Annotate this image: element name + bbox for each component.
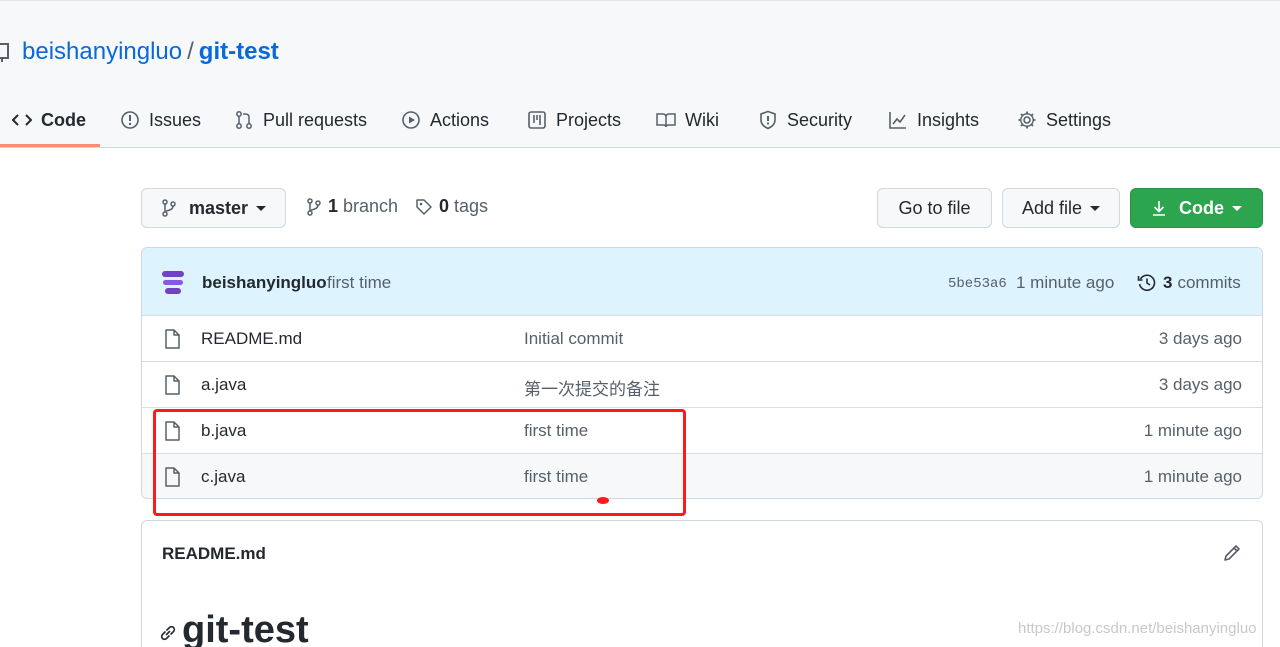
tab-label: Pull requests (263, 109, 368, 130)
commit-message[interactable]: first time (327, 273, 391, 293)
repo-icon (0, 43, 9, 62)
file-name[interactable]: a.java (201, 375, 246, 395)
branches-link[interactable]: 1 branch (306, 196, 398, 217)
download-icon (1153, 201, 1165, 216)
tab-code[interactable]: Code (0, 93, 98, 147)
file-age: 1 minute ago (1143, 467, 1242, 486)
tag-label: tags (454, 196, 489, 216)
latest-commit-bar: beishanyingluo first time 5be53a6 1 minu… (142, 248, 1262, 316)
file-row[interactable]: a.java 第一次提交的备注 3 days ago (142, 361, 1262, 407)
add-file-button[interactable]: Add file (1002, 188, 1120, 228)
tab-security[interactable]: Security (746, 93, 864, 147)
history-icon (1137, 274, 1156, 292)
readme-heading: git-test (182, 609, 309, 647)
tag-icon (416, 198, 432, 215)
repo-name-link[interactable]: git-test (199, 38, 279, 66)
red-annotation-dot (597, 497, 609, 504)
readme-filename[interactable]: README.md (162, 544, 266, 564)
tab-label: Projects (556, 109, 622, 130)
issue-opened-icon (121, 111, 139, 129)
file-row[interactable]: c.java first time 1 minute ago (142, 453, 1262, 498)
file-row[interactable]: README.md Initial commit 3 days ago (142, 315, 1262, 361)
repo-owner-link[interactable]: beishanyingluo (22, 38, 182, 66)
selected-tab-underline (0, 144, 100, 147)
file-row[interactable]: b.java first time 1 minute ago (142, 407, 1262, 453)
file-name[interactable]: README.md (201, 329, 302, 349)
file-age: 1 minute ago (1143, 421, 1242, 440)
go-to-file-label: Go to file (898, 197, 971, 218)
git-pull-request-icon (236, 111, 252, 129)
table-icon (528, 111, 546, 129)
tab-label: Settings (1046, 109, 1112, 130)
chevron-down-icon (1232, 205, 1242, 211)
git-branch-icon (307, 197, 321, 216)
tab-actions[interactable]: Actions (389, 93, 501, 147)
gear-icon (1018, 111, 1036, 129)
file-name[interactable]: b.java (201, 421, 246, 441)
tab-label: Wiki (685, 109, 719, 130)
graph-icon (889, 112, 906, 129)
tab-label: Security (787, 109, 853, 130)
file-icon (165, 329, 180, 349)
chevron-down-icon (256, 205, 267, 211)
file-icon (165, 421, 180, 441)
git-branch-icon (162, 199, 176, 217)
add-file-label: Add file (1021, 197, 1083, 218)
tab-insights[interactable]: Insights (876, 93, 991, 147)
shield-icon (760, 110, 776, 130)
tab-pull-requests[interactable]: Pull requests (222, 93, 379, 147)
file-commit-message[interactable]: first time (524, 467, 588, 487)
code-button-label: Code (1179, 197, 1224, 218)
tab-settings[interactable]: Settings (1005, 93, 1123, 147)
file-name[interactable]: c.java (201, 467, 245, 487)
branch-count: 1 (328, 196, 339, 216)
branch-select-button[interactable]: master (141, 188, 286, 228)
file-icon (165, 467, 180, 487)
branch-label: branch (343, 196, 399, 216)
commit-count: 3 (1163, 273, 1173, 292)
repo-title: beishanyingluo / git-test (0, 37, 279, 67)
commit-label: commits (1177, 273, 1241, 292)
tab-label: Actions (430, 109, 490, 130)
avatar[interactable] (160, 270, 186, 296)
code-download-button[interactable]: Code (1130, 188, 1263, 228)
tag-count: 0 (439, 196, 450, 216)
file-commit-message[interactable]: Initial commit (524, 329, 623, 349)
link-icon[interactable] (158, 623, 178, 643)
pencil-icon[interactable] (1222, 543, 1242, 563)
file-age: 3 days ago (1158, 375, 1242, 394)
tab-projects[interactable]: Projects (515, 93, 633, 147)
branch-name: master (188, 197, 249, 218)
code-icon (12, 114, 32, 126)
repo-separator: / (187, 38, 194, 65)
file-icon (165, 375, 180, 395)
watermark: https://blog.csdn.net/beishanyingluo (1018, 620, 1257, 637)
book-icon (656, 113, 676, 128)
chevron-down-icon (1090, 205, 1101, 211)
play-icon (402, 111, 420, 129)
tab-label: Code (41, 109, 86, 130)
commit-sha[interactable]: 5be53a6 (948, 276, 1007, 292)
tab-wiki[interactable]: Wiki (644, 93, 731, 147)
go-to-file-button[interactable]: Go to file (877, 188, 992, 228)
file-commit-message[interactable]: 第一次提交的备注 (524, 375, 660, 400)
tags-link[interactable]: 0 tags (415, 196, 488, 217)
tab-label: Insights (917, 109, 980, 130)
commits-link[interactable]: 3 commits (1137, 273, 1241, 293)
tab-issues[interactable]: Issues (108, 93, 213, 147)
file-browser: beishanyingluo first time 5be53a6 1 minu… (141, 247, 1263, 499)
commit-author[interactable]: beishanyingluo (202, 273, 327, 293)
tab-label: Issues (149, 109, 202, 130)
file-commit-message[interactable]: first time (524, 421, 588, 441)
repo-header: beishanyingluo / git-test Code Issues Pu… (0, 0, 1280, 148)
commit-age: 1 minute ago (1016, 273, 1115, 292)
file-age: 3 days ago (1158, 329, 1242, 348)
